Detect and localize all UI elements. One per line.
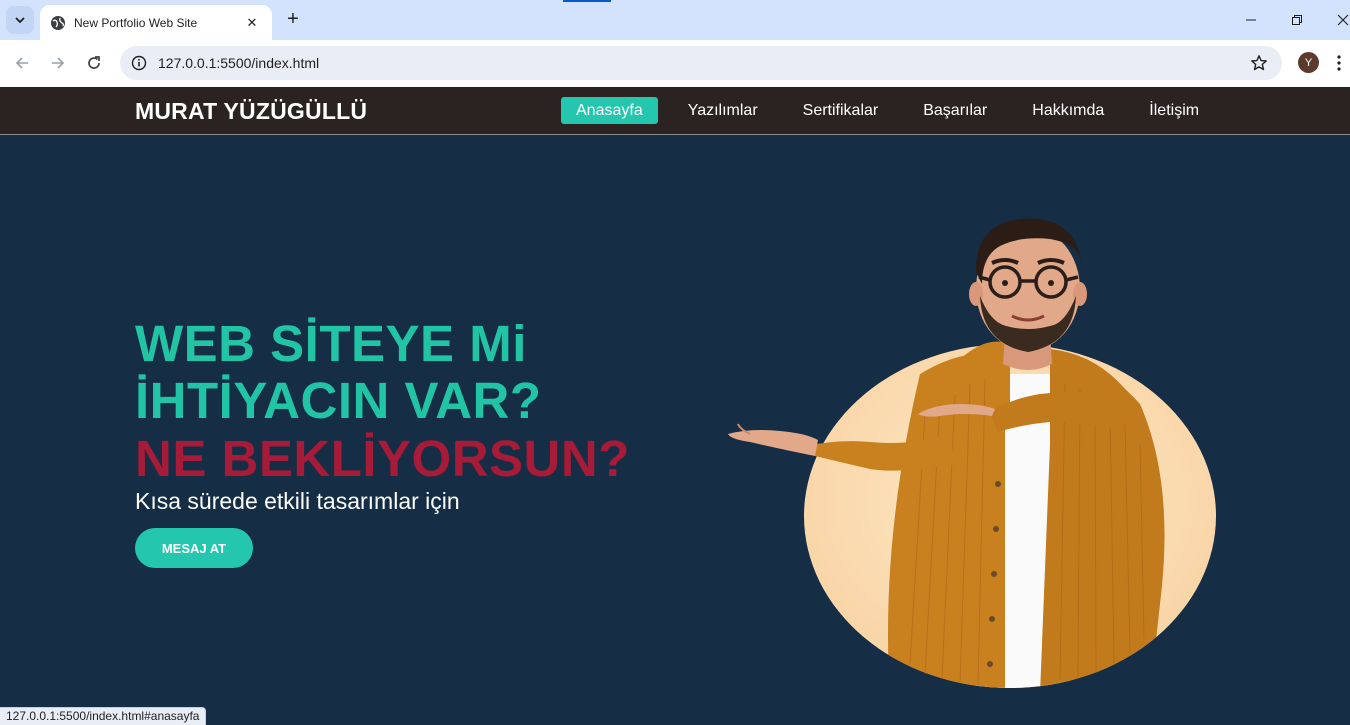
site-brand[interactable]: MURAT YÜZÜGÜLLÜ [135, 98, 367, 125]
restore-button[interactable] [1283, 6, 1311, 34]
tab-title: New Portfolio Web Site [74, 15, 198, 30]
profile-avatar[interactable]: Y [1298, 52, 1319, 73]
forward-button[interactable] [44, 49, 72, 77]
site-info-icon[interactable] [127, 51, 151, 75]
send-message-button[interactable]: MESAJ AT [135, 528, 253, 568]
minimize-button[interactable] [1237, 6, 1265, 34]
hero-heading-line-1: WEB SİTEYE Mi [135, 315, 527, 372]
restore-icon [1292, 15, 1302, 25]
menu-item-hakkimda[interactable]: Hakkımda [1017, 97, 1119, 124]
hero-section: WEB SİTEYE Mi İHTİYACIN VAR? NE BEKLİYOR… [0, 136, 1350, 725]
address-bar[interactable]: 127.0.0.1:5500/index.html [120, 46, 1282, 80]
menu-item-basarilar[interactable]: Başarılar [908, 97, 1002, 124]
browser-toolbar: 127.0.0.1:5500/index.html Y [0, 40, 1350, 87]
hero-portrait-image [728, 218, 1216, 688]
menu-item-sertifikalar[interactable]: Sertifikalar [788, 97, 894, 124]
back-button[interactable] [8, 49, 36, 77]
globe-icon [51, 15, 65, 30]
close-tab-icon[interactable]: ✕ [242, 13, 262, 33]
tab-search-button[interactable] [6, 6, 34, 34]
more-menu-icon[interactable] [1332, 52, 1346, 74]
menu-item-iletisim[interactable]: İletişim [1134, 97, 1214, 124]
close-window-button[interactable] [1329, 6, 1350, 34]
status-bar-url: 127.0.0.1:5500/index.html#anasayfa [0, 707, 207, 725]
close-icon [1337, 14, 1349, 26]
chevron-down-icon [15, 17, 25, 24]
hero-heading-line-3: NE BEKLİYORSUN? [135, 430, 630, 487]
menu-item-anasayfa[interactable]: Anasayfa [561, 97, 658, 124]
hero-heading-line-2: İHTİYACIN VAR? [135, 372, 542, 429]
browser-tab-strip: New Portfolio Web Site ✕ + [0, 0, 1350, 40]
main-menu: Anasayfa Yazılımlar Sertifikalar Başarıl… [561, 97, 1214, 124]
hero-subtitle: Kısa sürede etkili tasarımlar için [135, 488, 460, 514]
site-navbar: MURAT YÜZÜGÜLLÜ Anasayfa Yazılımlar Sert… [0, 87, 1350, 135]
menu-item-yazilimlar[interactable]: Yazılımlar [673, 97, 773, 124]
reload-icon [88, 56, 100, 69]
bookmark-star-icon[interactable] [1248, 52, 1270, 74]
url-text[interactable]: 127.0.0.1:5500/index.html [158, 55, 319, 71]
tab-group-indicator [563, 0, 611, 2]
arrow-left-icon [15, 57, 28, 69]
browser-tab[interactable]: New Portfolio Web Site ✕ [40, 5, 272, 40]
reload-button[interactable] [80, 49, 108, 77]
arrow-right-icon [52, 57, 65, 69]
minimize-icon [1246, 19, 1256, 21]
new-tab-button[interactable]: + [282, 8, 304, 30]
